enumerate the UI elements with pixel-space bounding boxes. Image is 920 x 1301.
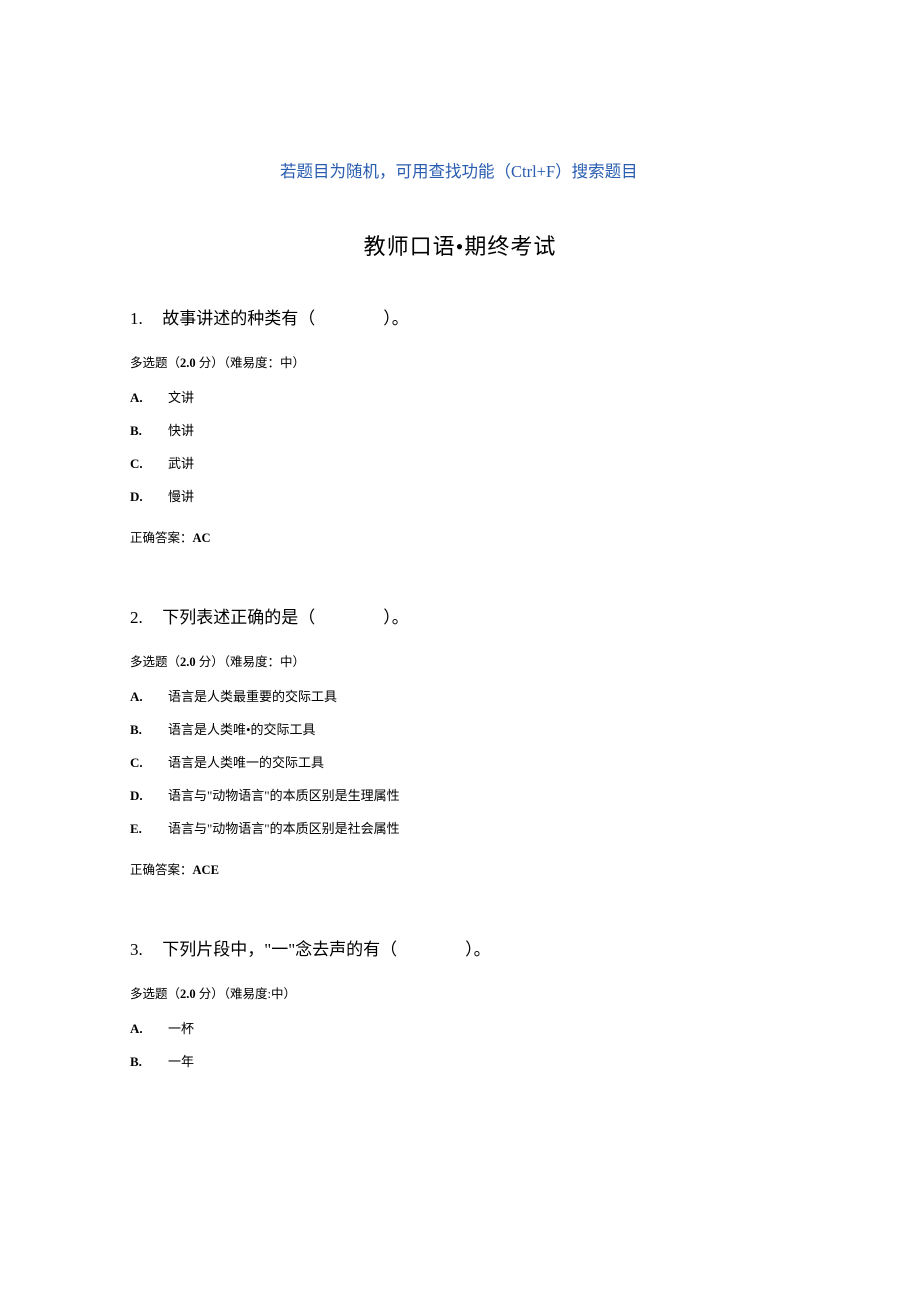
question-stem: 3. 下列片段中，"一"念去声的有（ ）。 <box>130 936 790 963</box>
question-number: 2. <box>130 604 158 631</box>
answer-value: AC <box>193 531 211 545</box>
option-row: C. 武讲 <box>130 453 790 472</box>
option-row: E. 语言与"动物语言"的本质区别是社会属性 <box>130 818 790 837</box>
options-list: A. 语言是人类最重要的交际工具 B. 语言是人类唯•的交际工具 C. 语言是人… <box>130 686 790 837</box>
option-text: 语言与"动物语言"的本质区别是生理属性 <box>168 785 400 804</box>
document-page: 若题目为随机，可用查找功能（Ctrl+F）搜索题目 教师口语•期终考试 1. 故… <box>0 0 920 1188</box>
meta-points: 2.0 <box>180 356 196 370</box>
option-text: 快讲 <box>168 420 194 439</box>
meta-suffix: 分）（难易度：中） <box>196 655 305 669</box>
option-letter: C. <box>130 456 168 472</box>
option-row: A. 一杯 <box>130 1018 790 1037</box>
meta-points: 2.0 <box>180 987 196 1001</box>
option-letter: A. <box>130 689 168 705</box>
question-number: 3. <box>130 936 158 963</box>
options-list: A. 一杯 B. 一年 <box>130 1018 790 1070</box>
option-text: 一杯 <box>168 1018 194 1037</box>
question-stem: 2. 下列表述正确的是（ ）。 <box>130 604 790 631</box>
option-row: A. 文讲 <box>130 387 790 406</box>
tip-box: 若题目为随机，可用查找功能（Ctrl+F）搜索题目 <box>280 160 660 185</box>
tip-text: 若题目为随机，可用查找功能（Ctrl+F）搜索题目 <box>280 160 660 185</box>
question-number: 1. <box>130 305 158 332</box>
option-letter: A. <box>130 390 168 406</box>
option-letter: A. <box>130 1021 168 1037</box>
question-meta: 多选题（2.0 分）（难易度:中） <box>130 983 790 1002</box>
option-row: B. 语言是人类唯•的交际工具 <box>130 719 790 738</box>
option-row: D. 语言与"动物语言"的本质区别是生理属性 <box>130 785 790 804</box>
question-meta: 多选题（2.0 分）（难易度：中） <box>130 352 790 371</box>
answer-value: ACE <box>193 863 219 877</box>
option-row: B. 一年 <box>130 1051 790 1070</box>
option-row: A. 语言是人类最重要的交际工具 <box>130 686 790 705</box>
option-row: B. 快讲 <box>130 420 790 439</box>
stem-prefix: 下列片段中，"一"念去声的有（ <box>162 940 397 959</box>
options-list: A. 文讲 B. 快讲 C. 武讲 D. 慢讲 <box>130 387 790 505</box>
answer-line: 正确答案：ACE <box>130 859 790 878</box>
option-letter: B. <box>130 722 168 738</box>
stem-blank <box>315 608 383 627</box>
meta-suffix: 分）（难易度:中） <box>196 987 296 1001</box>
meta-points: 2.0 <box>180 655 196 669</box>
option-letter: B. <box>130 1054 168 1070</box>
option-row: C. 语言是人类唯一的交际工具 <box>130 752 790 771</box>
answer-label: 正确答案： <box>130 863 193 877</box>
option-text: 文讲 <box>168 387 194 406</box>
answer-label: 正确答案： <box>130 531 193 545</box>
meta-prefix: 多选题（ <box>130 655 180 669</box>
stem-suffix: ）。 <box>383 608 409 627</box>
option-text: 语言是人类唯•的交际工具 <box>168 719 316 738</box>
option-text: 语言是人类最重要的交际工具 <box>168 686 337 705</box>
stem-suffix: ）。 <box>465 940 491 959</box>
option-letter: D. <box>130 788 168 804</box>
stem-prefix: 下列表述正确的是（ <box>162 608 315 627</box>
option-text: 语言是人类唯一的交际工具 <box>168 752 324 771</box>
question-stem: 1. 故事讲述的种类有（ ）。 <box>130 305 790 332</box>
question-meta: 多选题（2.0 分）（难易度：中） <box>130 651 790 670</box>
meta-suffix: 分）（难易度：中） <box>196 356 305 370</box>
option-letter: C. <box>130 755 168 771</box>
document-title: 教师口语•期终考试 <box>130 229 790 261</box>
stem-blank <box>397 940 465 959</box>
meta-prefix: 多选题（ <box>130 356 180 370</box>
option-letter: E. <box>130 821 168 837</box>
question-block: 1. 故事讲述的种类有（ ）。 多选题（2.0 分）（难易度：中） A. 文讲 … <box>130 305 790 546</box>
option-row: D. 慢讲 <box>130 486 790 505</box>
option-text: 慢讲 <box>168 486 194 505</box>
answer-line: 正确答案：AC <box>130 527 790 546</box>
stem-prefix: 故事讲述的种类有（ <box>162 309 315 328</box>
option-text: 武讲 <box>168 453 194 472</box>
stem-suffix: ）。 <box>383 309 409 328</box>
meta-prefix: 多选题（ <box>130 987 180 1001</box>
option-letter: B. <box>130 423 168 439</box>
option-text: 一年 <box>168 1051 194 1070</box>
question-block: 2. 下列表述正确的是（ ）。 多选题（2.0 分）（难易度：中） A. 语言是… <box>130 604 790 878</box>
question-block: 3. 下列片段中，"一"念去声的有（ ）。 多选题（2.0 分）（难易度:中） … <box>130 936 790 1070</box>
option-letter: D. <box>130 489 168 505</box>
stem-blank <box>315 309 383 328</box>
option-text: 语言与"动物语言"的本质区别是社会属性 <box>168 818 400 837</box>
